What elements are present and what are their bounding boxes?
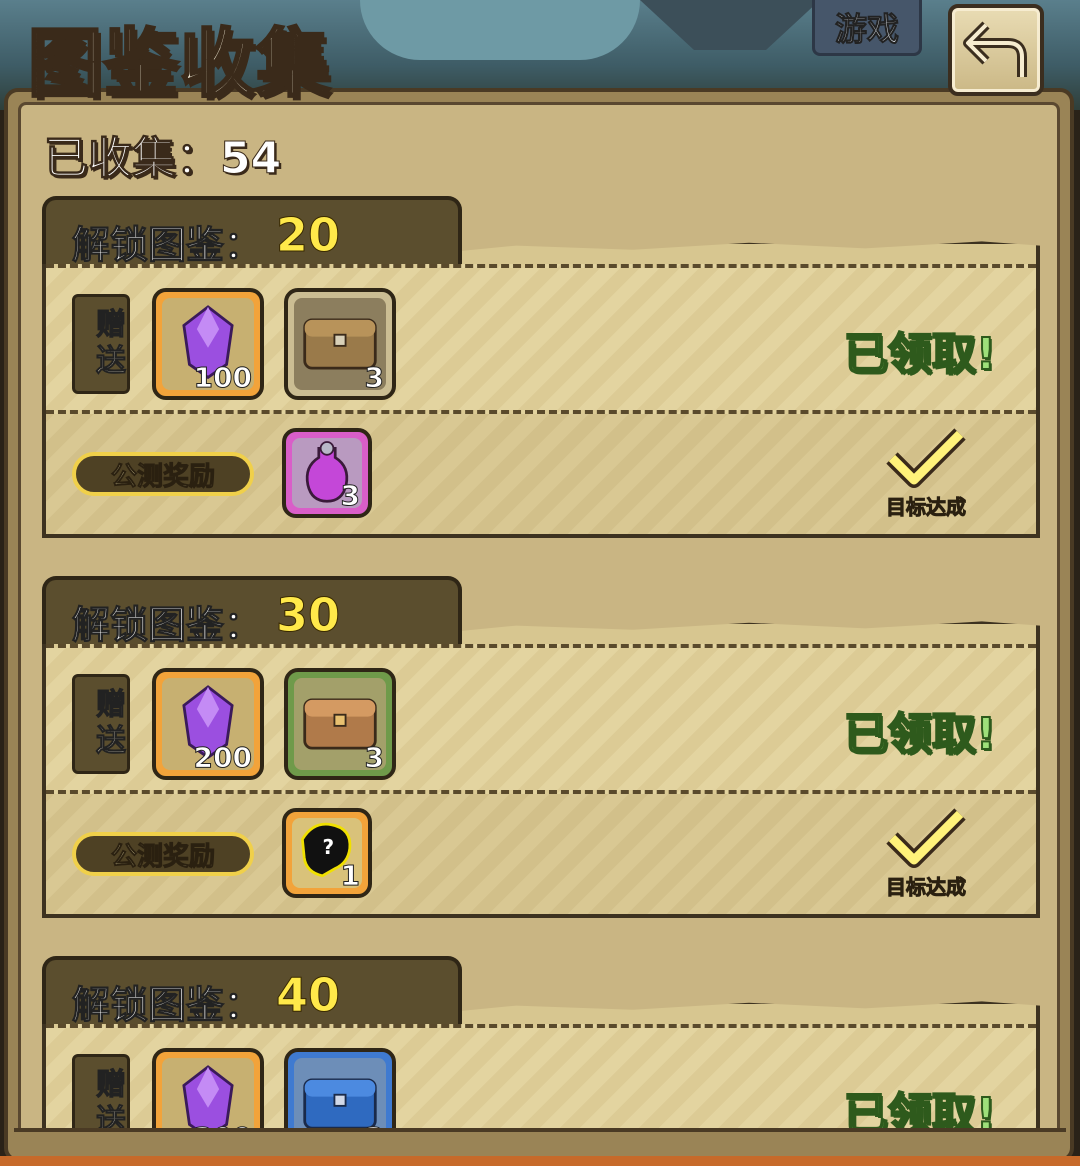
- unlock-label: 解锁图鉴：: [71, 983, 263, 1028]
- panel-bottom-edge: [14, 1128, 1066, 1156]
- checkmark-icon: [886, 428, 966, 488]
- beta-reward-item[interactable]: 3: [282, 428, 372, 518]
- item-count: 3: [340, 479, 361, 513]
- unlock-number: 30: [275, 588, 341, 643]
- backdrop-hill: [360, 0, 640, 60]
- gift-label: 赠送: [90, 688, 126, 761]
- claimed-status: 已领取!: [843, 1088, 997, 1134]
- milestone-body: 赠送 300 3 已领取!: [42, 1024, 1040, 1134]
- back-button[interactable]: [948, 4, 1044, 96]
- gift-label: 赠送: [90, 308, 126, 381]
- beta-reward-tag: 公测奖励: [72, 832, 254, 876]
- gift-tag: 赠送: [72, 674, 130, 774]
- reward-row: 赠送 200 3 已领取!: [46, 644, 1036, 794]
- page-title: 图鉴收集: [27, 20, 332, 109]
- goal-label: 目标达成: [886, 875, 967, 900]
- beta-reward-item[interactable]: ? 1: [282, 808, 372, 898]
- item-count: 1: [340, 859, 361, 893]
- claimed-status: 已领取!: [843, 708, 997, 761]
- reward-row: 赠送 300 3 已领取!: [46, 1024, 1036, 1134]
- gift-tag: 赠送: [72, 1054, 130, 1134]
- reward-item[interactable]: 3: [284, 668, 396, 780]
- milestone-header: 解锁图鉴： 20: [42, 196, 462, 270]
- unlock-label: 解锁图鉴：: [71, 223, 263, 268]
- bottom-rim: [0, 1156, 1080, 1166]
- reward-item[interactable]: 3: [284, 1048, 396, 1134]
- gift-label: 赠送: [90, 1068, 126, 1135]
- milestone-header: 解锁图鉴： 30: [42, 576, 462, 650]
- milestone-body: 赠送 100 3 已领取! 公测奖励 3 目标达成: [42, 264, 1040, 538]
- svg-text:?: ?: [322, 835, 334, 859]
- reward-item[interactable]: 100: [152, 288, 264, 400]
- reward-item[interactable]: 3: [284, 288, 396, 400]
- claimed-status: 已领取!: [843, 328, 997, 381]
- unlock-number: 40: [275, 968, 341, 1023]
- backdrop-rock: [640, 0, 820, 50]
- collected-count: 已收集：54: [43, 133, 282, 185]
- item-count: 3: [364, 361, 385, 395]
- reward-row: 赠送 100 3 已领取!: [46, 264, 1036, 414]
- reward-item[interactable]: 300: [152, 1048, 264, 1134]
- gift-tag: 赠送: [72, 294, 130, 394]
- item-count: 200: [193, 741, 252, 775]
- back-arrow-icon: [963, 21, 1027, 77]
- beta-reward-row: 公测奖励 3 目标达成: [46, 414, 1036, 534]
- unlock-label: 解锁图鉴：: [71, 603, 263, 648]
- milestone-body: 赠送 200 3 已领取! 公测奖励 ? 1 目标达成: [42, 644, 1040, 918]
- checkmark-icon: [886, 808, 966, 868]
- beta-reward-row: 公测奖励 ? 1 目标达成: [46, 794, 1036, 914]
- unlock-number: 20: [275, 208, 341, 263]
- goal-achieved: 目标达成: [876, 428, 976, 520]
- item-count: 3: [364, 741, 385, 775]
- goal-label: 目标达成: [886, 495, 967, 520]
- game-tag[interactable]: 游戏: [812, 0, 922, 56]
- beta-reward-tag: 公测奖励: [72, 452, 254, 496]
- goal-achieved: 目标达成: [876, 808, 976, 900]
- item-count: 100: [193, 361, 252, 395]
- milestone-header: 解锁图鉴： 40: [42, 956, 462, 1030]
- reward-item[interactable]: 200: [152, 668, 264, 780]
